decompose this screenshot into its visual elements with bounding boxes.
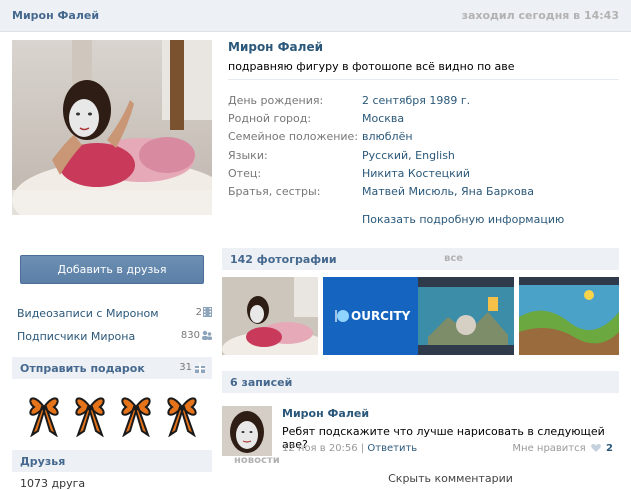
- post-author-avatar[interactable]: [222, 406, 272, 456]
- info-row-languages: Языки: Русский, English: [228, 149, 619, 167]
- info-key: Языки:: [228, 149, 268, 162]
- profile-header-bar: Мирон Фалей заходил сегодня в 14:43: [0, 0, 631, 32]
- info-key: Семейное положение:: [228, 130, 359, 143]
- followers-label[interactable]: Подписчики Мирона: [17, 330, 135, 343]
- ribbon-gift-icon[interactable]: [70, 387, 110, 437]
- friends-header[interactable]: Друзья новости: [12, 450, 280, 472]
- divider: [228, 79, 619, 80]
- photo-thumbnail[interactable]: [222, 277, 318, 355]
- photo-thumbnail[interactable]: [418, 277, 514, 355]
- profile-avatar[interactable]: [12, 40, 212, 215]
- followers-link[interactable]: Подписчики Мирона 830: [17, 328, 212, 346]
- post-date[interactable]: 12 ноя в 20:56: [282, 443, 358, 454]
- videos-count: 2: [195, 307, 202, 318]
- info-key: Отец:: [228, 167, 262, 180]
- info-row-siblings: Братья, сестры: Матвей Мисюль, Яна Барко…: [228, 185, 619, 203]
- info-key: Родной город:: [228, 112, 312, 125]
- info-key: День рождения:: [228, 94, 324, 107]
- wall-header[interactable]: 6 записей: [222, 371, 619, 393]
- photos-title[interactable]: 142 фотографии: [230, 253, 337, 266]
- like-label: Мне нравится: [512, 443, 586, 454]
- like-count: 2: [606, 443, 613, 454]
- gifts-title[interactable]: Отправить подарок: [20, 362, 145, 375]
- post-meta-separator: |: [360, 443, 365, 454]
- info-value[interactable]: Никита Костецкий: [362, 167, 470, 180]
- add-friend-button[interactable]: Добавить в друзья: [20, 255, 204, 284]
- post-meta: 12 ноя в 20:56 | Ответить: [282, 443, 417, 454]
- ribbon-gift-icon[interactable]: [116, 387, 156, 437]
- like-button[interactable]: Мне нравится 2: [512, 443, 613, 454]
- info-row-hometown: Родной город: Москва: [228, 112, 619, 130]
- photos-header[interactable]: 142 фотографии все: [222, 248, 619, 270]
- ribbon-gift-icon[interactable]: [162, 387, 202, 437]
- gifts-count: 31: [179, 362, 192, 373]
- header-user-name[interactable]: Мирон Фалей: [12, 9, 99, 22]
- info-row-relationship: Семейное положение: влюблён: [228, 130, 619, 148]
- photo-thumbnail[interactable]: OURCITY: [323, 277, 419, 355]
- ribbon-gift-icon[interactable]: [24, 387, 64, 437]
- gifts-header[interactable]: Отправить подарок 31: [12, 357, 212, 379]
- videos-label[interactable]: Видеозаписи с Мироном: [17, 307, 159, 320]
- friends-news-link[interactable]: новости: [234, 455, 631, 466]
- photos-all-link[interactable]: все: [444, 253, 631, 264]
- friends-count: 1073 друга: [20, 477, 86, 490]
- wall-title[interactable]: 6 записей: [230, 376, 292, 389]
- info-value[interactable]: Русский, English: [362, 149, 455, 162]
- friends-title[interactable]: Друзья: [20, 455, 65, 468]
- info-value[interactable]: Матвей Мисюль, Яна Баркова: [362, 185, 534, 198]
- show-more-info-link[interactable]: Показать подробную информацию: [362, 213, 564, 226]
- film-icon: [203, 307, 212, 317]
- info-key: Братья, сестры:: [228, 185, 321, 198]
- left-column: Добавить в друзья Видеозаписи с Мироном …: [12, 40, 280, 490]
- last-seen-status: заходил сегодня в 14:43: [461, 9, 619, 22]
- profile-status[interactable]: подравняю фигуру в фотошопе всё видно по…: [228, 60, 515, 73]
- post-author-name[interactable]: Мирон Фалей: [282, 407, 369, 420]
- reply-link[interactable]: Ответить: [367, 443, 417, 454]
- profile-name: Мирон Фалей: [228, 40, 323, 54]
- info-value[interactable]: Москва: [362, 112, 404, 125]
- info-value[interactable]: 2 сентября 1989 г.: [362, 94, 470, 107]
- profile-page: Мирон Фалей заходил сегодня в 14:43 Доба…: [0, 0, 631, 490]
- info-row-birthday: День рождения: 2 сентября 1989 г.: [228, 94, 619, 112]
- toggle-comments-button[interactable]: Скрыть комментарии: [282, 468, 619, 490]
- info-value[interactable]: влюблён: [362, 130, 413, 143]
- info-row-father: Отец: Никита Костецкий: [228, 167, 619, 185]
- followers-count: 830: [180, 330, 200, 341]
- gift-icon: [195, 363, 205, 373]
- photo-thumbnail[interactable]: [519, 277, 619, 355]
- heart-icon: [591, 444, 601, 452]
- videos-link[interactable]: Видеозаписи с Мироном 2: [17, 305, 212, 323]
- ourcity-logo-text: OURCITY: [351, 309, 411, 323]
- people-icon: [202, 330, 212, 340]
